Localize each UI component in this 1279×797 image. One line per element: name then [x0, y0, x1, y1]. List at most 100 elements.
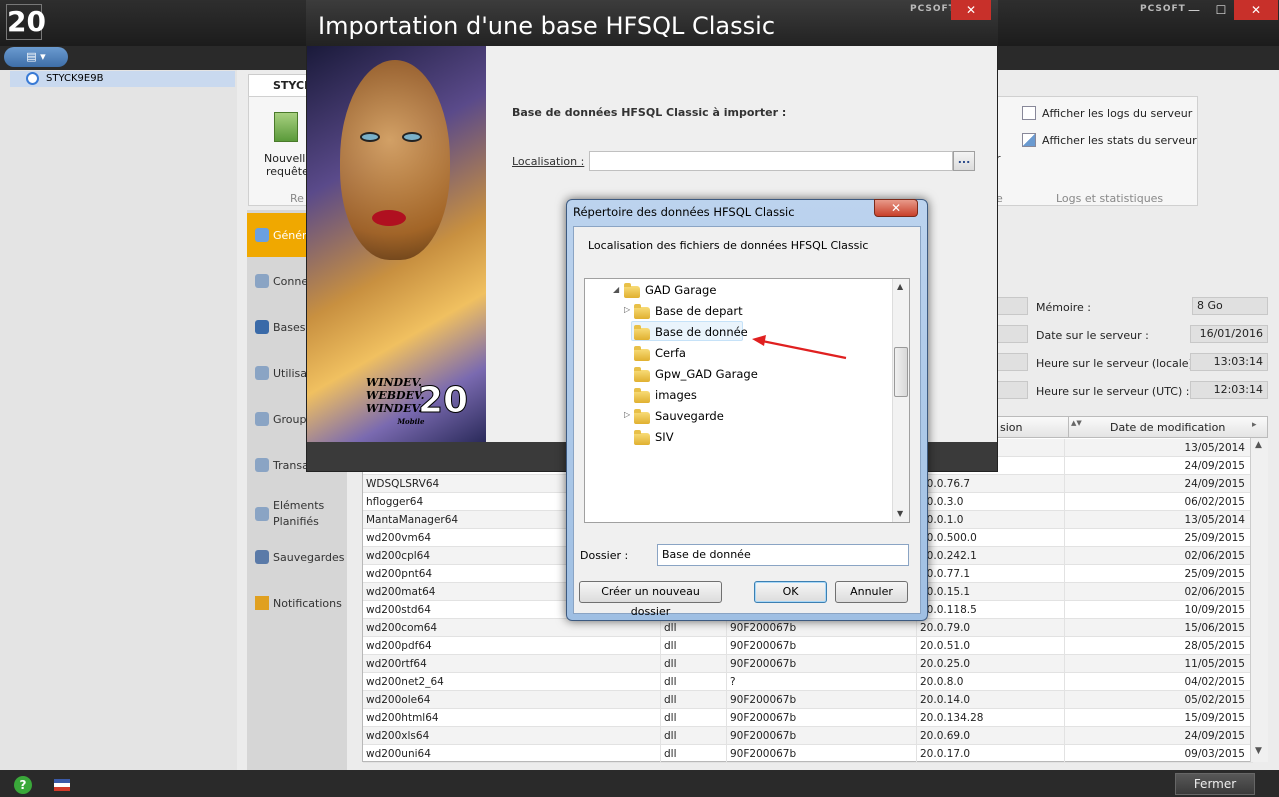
collapsed-arrow-icon[interactable]: ▷	[624, 305, 630, 314]
flag-icon[interactable]	[54, 779, 70, 791]
show-stats-link[interactable]: Afficher les stats du serveur	[1042, 134, 1197, 147]
help-icon[interactable]: ?	[14, 776, 32, 794]
info-box-partial	[997, 297, 1028, 315]
app-close-button[interactable]: ✕	[1234, 0, 1278, 20]
scroll-thumb[interactable]	[894, 347, 908, 397]
cancel-button[interactable]: Annuler	[835, 581, 908, 603]
table-cell: 20.0.134.28	[917, 709, 1065, 727]
location-input[interactable]	[589, 151, 953, 171]
memory-value: 8 Go	[1192, 297, 1268, 315]
table-scrollbar[interactable]: ▲ ▼	[1250, 438, 1268, 762]
minimize-button[interactable]: —	[1180, 0, 1208, 20]
main-menu-button[interactable]: ▤ ▾	[4, 47, 68, 67]
import-close-button[interactable]: ✕	[951, 0, 991, 20]
tree-item-base-de-donnee[interactable]: Base de donnée	[655, 322, 748, 342]
table-cell: 24/09/2015	[1184, 478, 1245, 490]
table-row[interactable]: wd200rtf64 dll 90F200067b 20.0.25.0 11/05/20…	[363, 655, 1253, 673]
utc-time-label: Heure sur le serveur (UTC) :	[1036, 385, 1190, 398]
general-icon	[255, 228, 269, 242]
show-logs-link[interactable]: Afficher les logs du serveur	[1042, 107, 1192, 120]
chevron-right-icon[interactable]: ▸	[1252, 420, 1257, 430]
table-cell: 05/02/2015	[1184, 694, 1245, 706]
table-cell: 11/05/2015	[1184, 658, 1245, 670]
new-query-label[interactable]: Nouvelle	[264, 152, 312, 165]
new-query-label-2[interactable]: requête	[266, 165, 309, 178]
version-20-logo: 20	[417, 380, 469, 422]
stats-icon[interactable]	[1022, 133, 1036, 147]
column-version-header[interactable]: sion	[1000, 421, 1023, 434]
folder-icon	[634, 409, 650, 424]
folder-icon	[624, 283, 640, 298]
splash-eye	[402, 132, 422, 142]
tree-item-images[interactable]: images	[655, 385, 697, 405]
tree-item-gpw-gad-garage[interactable]: Gpw_GAD Garage	[655, 364, 758, 384]
scroll-down-icon[interactable]: ▼	[1255, 746, 1262, 756]
table-cell: 04/02/2015	[1184, 676, 1245, 688]
tree-item-base-de-depart[interactable]: Base de depart	[655, 301, 743, 321]
utc-time-value: 12:03:14	[1190, 381, 1268, 399]
table-cell: 13/05/2014	[1184, 442, 1245, 454]
clock-icon	[255, 507, 269, 521]
nav-scheduled[interactable]: Eléments Planifiés	[247, 492, 347, 536]
table-cell: 20.0.3.0	[917, 493, 1065, 511]
folder-name-input[interactable]: Base de donnée	[657, 544, 909, 566]
folder-dialog-close-button[interactable]: ✕	[874, 199, 918, 217]
groups-icon	[255, 412, 269, 426]
new-query-icon[interactable]	[274, 112, 298, 142]
table-cell: wd200net2_64	[363, 673, 661, 691]
close-app-button[interactable]: Fermer	[1175, 773, 1255, 795]
table-cell: 20.0.8.0	[917, 673, 1065, 691]
pcsoft-logo: PCSOFT	[910, 4, 956, 14]
transactions-icon	[255, 458, 269, 472]
nav-notifications[interactable]: Notifications	[247, 581, 347, 625]
table-cell: 20.0.77.1	[917, 565, 1065, 583]
browse-button[interactable]: ...	[953, 151, 975, 171]
splash-eye	[360, 132, 380, 142]
server-node[interactable]: STYCK9E9B	[10, 71, 235, 87]
info-box-partial	[997, 325, 1028, 343]
table-row[interactable]: wd200net2_64 dll? 20.0.8.0 04/02/2015	[363, 673, 1253, 691]
maximize-button[interactable]: ☐	[1208, 0, 1234, 20]
tree-item-gad-garage[interactable]: GAD Garage	[645, 280, 716, 300]
folder-icon	[634, 325, 650, 340]
table-cell: 20.0.14.0	[917, 691, 1065, 709]
tree-item-cerfa[interactable]: Cerfa	[655, 343, 686, 363]
folder-icon	[634, 430, 650, 445]
table-cell: 20.0.69.0	[917, 727, 1065, 745]
windev-logo: WINDEV. WEBDEV. WINDEV. Mobile	[366, 376, 425, 426]
ok-button[interactable]: OK	[754, 581, 827, 603]
table-cell: ?	[727, 673, 917, 691]
table-row[interactable]: wd200pdf64 dll 90F200067b 20.0.51.0 28/05/20…	[363, 637, 1253, 655]
table-row[interactable]: wd200html64 dll 90F200067b 20.0.134.28 15/09…	[363, 709, 1253, 727]
column-date-header[interactable]: Date de modification	[1110, 421, 1225, 434]
table-row[interactable]: wd200ole64 dll 90F200067b 20.0.14.0 05/02/20…	[363, 691, 1253, 709]
table-row[interactable]: wd200uni64 dll 90F200067b 20.0.17.0 09/03/20…	[363, 745, 1253, 763]
nav-backups[interactable]: Sauvegardes	[247, 535, 347, 579]
splash-lips	[372, 210, 406, 226]
scroll-up-icon[interactable]: ▲	[897, 282, 903, 291]
scroll-down-icon[interactable]: ▼	[897, 509, 903, 518]
table-cell: 24/09/2015	[1184, 460, 1245, 472]
table-cell: wd200com64	[363, 619, 661, 637]
splash-face	[340, 60, 450, 260]
collapsed-arrow-icon[interactable]: ▷	[624, 410, 630, 419]
tree-item-sauvegarde[interactable]: Sauvegarde	[655, 406, 724, 426]
table-cell: 90F200067b	[727, 637, 917, 655]
ribbon-group-label: Re	[290, 192, 304, 205]
tree-scrollbar[interactable]: ▲ ▼	[892, 279, 909, 522]
table-cell: 20.0.15.1	[917, 583, 1065, 601]
table-cell: 15/06/2015	[1184, 622, 1245, 634]
table-row[interactable]: wd200com64 dll 90F200067b 20.0.79.0 15/06/20…	[363, 619, 1253, 637]
expanded-arrow-icon[interactable]: ◢	[613, 285, 619, 294]
save-icon	[255, 550, 269, 564]
table-cell: wd200ole64	[363, 691, 661, 709]
tree-item-siv[interactable]: SIV	[655, 427, 674, 447]
scroll-up-icon[interactable]: ▲	[1255, 440, 1262, 450]
folder-dialog-title: Répertoire des données HFSQL Classic	[573, 205, 795, 219]
table-row[interactable]: wd200xls64 dll 90F200067b 20.0.69.0 24/09/20…	[363, 727, 1253, 745]
memory-label: Mémoire :	[1036, 301, 1092, 314]
logs-icon[interactable]	[1022, 106, 1036, 120]
new-folder-button[interactable]: Créer un nouveau dossier	[579, 581, 722, 618]
table-cell: 20.0.118.5	[917, 601, 1065, 619]
warning-icon	[255, 596, 269, 610]
